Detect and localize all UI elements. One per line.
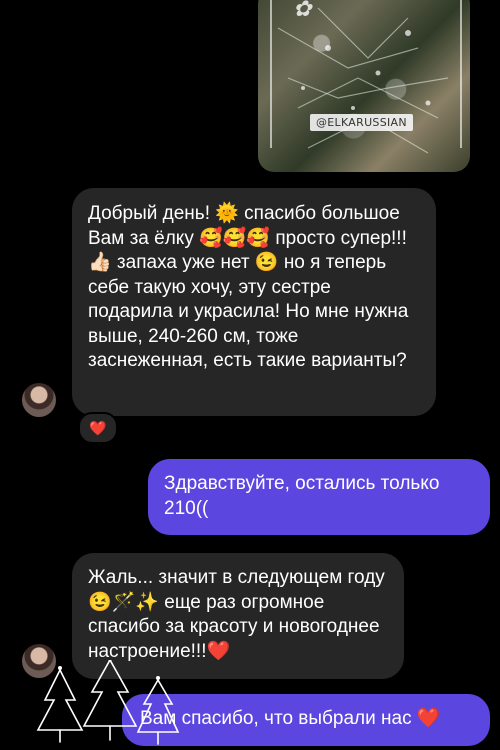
christmas-tree-icon (36, 660, 180, 745)
avatar[interactable] (22, 383, 56, 417)
incoming-message[interactable]: Добрый день! 🌞 спасибо большое Вам за ёл… (72, 188, 436, 416)
heart-icon: ❤️ (89, 419, 107, 436)
photo-watermark: @ELKARUSSIAN (310, 114, 413, 131)
message-text: Здравствуйте, остались только 210(( (164, 473, 445, 519)
message-text: Жаль... значит в следующем году 😉🪄✨ еще … (88, 567, 391, 662)
fir-branches-illustration: ✿ (277, 0, 449, 154)
message-text: Вам спасибо, что выбрали нас ❤️ (140, 708, 441, 729)
svg-text:✿: ✿ (293, 0, 313, 22)
message-text: Добрый день! 🌞 спасибо большое Вам за ёл… (88, 203, 414, 371)
outgoing-message[interactable]: Здравствуйте, остались только 210(( (148, 459, 490, 535)
reaction-badge[interactable]: ❤️ (78, 412, 118, 444)
shared-photo[interactable]: ✿ @ELKARUSSIAN (258, 0, 470, 172)
